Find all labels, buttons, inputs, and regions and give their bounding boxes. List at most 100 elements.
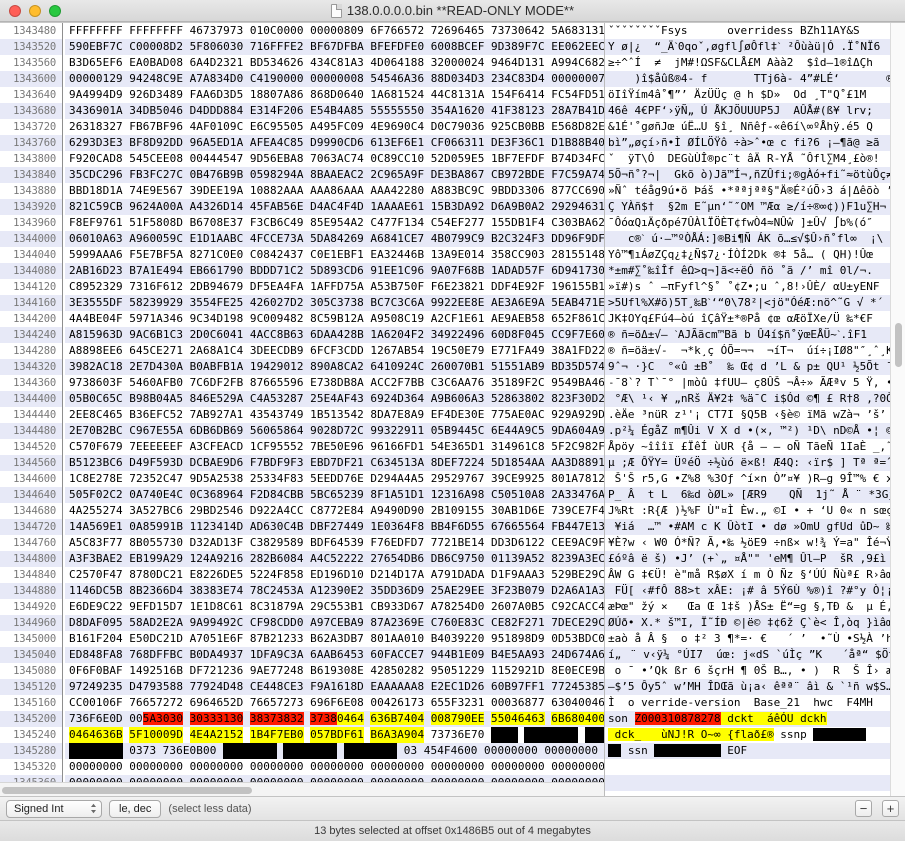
close-button[interactable] [9,4,21,17]
hex-group[interactable]: 18807A86 [250,87,304,103]
hex-group[interactable]: FB447E13 [551,519,604,535]
hex-segment-selected[interactable]: 5A3030 [142,712,184,725]
hex-group[interactable]: A791DADA [431,567,485,583]
hex-group[interactable]: 590EBF7C [69,39,123,55]
hex-group[interactable]: B0ABFB1A [190,359,244,375]
hex-group[interactable]: 00000000 [190,775,244,782]
hex-group[interactable]: 78C2453A [250,583,304,599]
hex-group[interactable]: D8DAF095 [69,615,123,631]
ascii-row[interactable]: c®ˋ ú·—™ºÒÅÁ:]®Bi¶Ñ ÁK õ…≤√$Û›ñ˚fl∞ ¡\ [605,231,905,247]
hex-group[interactable]: 7721BE14 [431,535,485,551]
hex-group[interactable]: 97249235 [69,679,123,695]
hex-group[interactable]: 545CEE08 [129,151,183,167]
hex-group[interactable]: ED196D10 [310,567,364,583]
hex-group[interactable]: BB4F6D55 [431,519,485,535]
ascii-row[interactable] [605,775,905,791]
hex-group[interactable]: B619308E [310,663,364,679]
hex-bytes[interactable]: 1C8E278E 72352C47 9D5A2538 25334F83 5EEDD76E… [65,471,604,487]
hex-group[interactable]: 3982AC18 [69,359,123,375]
hex-group[interactable]: 8C59B12A [310,311,364,327]
hex-group[interactable]: 0B476B9B [190,167,244,183]
hex-group[interactable]: 19429012 [250,359,304,375]
hex-group[interactable]: 67665564 [491,519,545,535]
hex-group[interactable]: 9C34D198 [190,311,244,327]
hex-group[interactable]: ED848FA8 [69,647,123,663]
hex-group[interactable]: 6DB6DB69 [190,423,244,439]
hex-group[interactable]: 124A9216 [190,551,244,567]
horizontal-scrollbar[interactable] [0,782,604,796]
hex-bytes[interactable]: 9A4994D9 926D3489 FAA6D3D5 18807A86 868D0640… [65,87,604,103]
hex-segment-selected[interactable]: 0464 [337,712,364,725]
hex-row[interactable]: 1345280 0373 736E0B00 03 454F4600 00000000 0… [0,743,604,759]
hex-group[interactable]: 51551AB9 [491,359,545,375]
ascii-row[interactable]: ±aò å Â § o ‡² 3 ¶*=· € ´ ’ •˜Ù •S½À ’h¢… [605,631,905,647]
hex-group[interactable]: EAAAAAA8 [370,679,424,695]
hex-group[interactable]: 00000000 [129,775,183,782]
hex-group[interactable]: 1146DC5B [69,583,123,599]
hex-group[interactable]: 94248C9E [129,71,183,87]
hex-group[interactable]: 03 [404,743,417,759]
hex-group[interactable]: 426027D2 [250,295,304,311]
hex-bytes[interactable]: C2570F47 8780DC21 E8226DE5 5224F858 ED196D10… [65,567,604,583]
hex-group[interactable] [283,743,338,759]
hex-row[interactable]: 1344440 2EE8C465 B36EFC52 7AB927A1 43543749 1… [0,407,604,423]
ascii-row[interactable]: öIîŸím4â˚¶”’ ÄzÜÜç @ h $D» Od ¸T"Q˚£1M [605,87,905,103]
ascii-rows-container[interactable]: ˇˇˇˇˇˇˇˇFsys overridess BZh11AY&S Y ø|¿ “… [605,23,905,796]
hex-row[interactable]: 1344320 3982AC18 2E7D430A B0ABFB1A 19429012 8… [0,359,604,375]
hex-group[interactable]: 6293D3E3 [69,135,123,151]
minimize-button[interactable] [29,4,41,17]
hex-group[interactable]: E738DB8A [310,375,364,391]
hex-group[interactable]: 8F1A51D1 [370,487,424,503]
hex-group[interactable]: 821C59CB [69,199,123,215]
hex-group[interactable]: 28155148 [551,247,604,263]
hex-row[interactable]: 1344920 E6DE9C22 9EFD15D7 1E1D8C61 8C31879A 2… [0,599,604,615]
hex-row[interactable]: 1343800 F920CAD8 545CEE08 00444547 9D56EBA8 7… [0,151,604,167]
hex-group[interactable]: AE9AEB58 [491,311,545,327]
hex-group[interactable]: 260070B1 [431,359,485,375]
hex-bytes[interactable]: 9738603F 5460AFB0 7C6DF2FB 87665596 E738DB8A… [65,375,604,391]
hex-group[interactable]: 25334F83 [250,471,304,487]
hex-group[interactable]: 00000809 [310,23,364,39]
ascii-row[interactable]: ® ñ=öä±√- ¬*k¸ç ÓÕ=¬¬ ¬íT¬ úí÷¡IØ8"″¸ˆ¸K [605,343,905,359]
hex-group[interactable]: 008790EE [430,711,485,727]
hex-group[interactable]: A815963D [69,327,123,343]
ascii-row[interactable]: Åpöy ~îîîï £ÏêÍ ùUR {å – – oÑ TãeÑ 1IaÈ … [605,439,905,455]
hex-segment-selected[interactable]: 3738 [310,712,338,725]
hex-group[interactable]: FFFFFFFF [69,23,123,39]
hex-bytes[interactable]: 06010A63 A960059C E1D1AABC 4FCCE73A 5DA84269… [65,231,604,247]
hex-group[interactable]: D6A9B0A2 [491,199,545,215]
hex-group[interactable]: AD630C4B [250,519,304,535]
hex-group[interactable]: E50DC21D [129,631,183,647]
hex-group[interactable]: 9624A00A [129,199,183,215]
hex-group[interactable] [524,727,579,743]
hex-group[interactable]: 74E9E567 [129,183,183,199]
hex-group[interactable]: 0A740E4C [129,487,183,503]
hex-row[interactable]: 1344840 C2570F47 8780DC21 E8226DE5 5224F858 E… [0,567,604,583]
hex-segment[interactable]: 00 [129,712,142,725]
hex-row[interactable]: 1345360000000000000000000000000000000000… [0,775,604,782]
hex-group[interactable]: 9549BA46 [551,375,604,391]
hex-group[interactable]: B6708E37 [190,215,244,231]
hex-group[interactable]: 2E7D430A [129,359,183,375]
hex-group[interactable]: 30AB1D6E [491,503,545,519]
hex-group[interactable]: 00000129 [69,71,123,87]
hex-group[interactable]: CEE9AC9F [551,535,604,551]
hex-group[interactable]: 1ADAD57F [491,263,545,279]
hex-group[interactable]: 4A255274 [69,503,123,519]
ascii-row[interactable]: ˇˇˇˇˇˇˇˇFsys overridess BZh11AY&S [605,23,905,39]
hex-group[interactable]: 3A527BC6 [129,503,183,519]
hex-bytes[interactable]: 0373 736E0B00 03 454F4600 00000000 00000000 [65,743,604,759]
hex-group[interactable]: 9464D131 [491,55,545,71]
hex-group[interactable]: 9BDD3306 [491,183,545,199]
hex-group[interactable]: 60B97FF1 [491,679,545,695]
hex-group[interactable]: 929A929D [551,407,604,423]
hex-group[interactable]: C570F679 [69,439,123,455]
hex-group[interactable]: BDF64539 [310,535,364,551]
hex-group[interactable]: 636B7404 [370,711,425,727]
hex-group[interactable]: 00000000 [69,775,123,782]
hex-group[interactable]: 73736E70 [431,727,485,743]
hex-group[interactable]: E8226DE5 [190,567,244,583]
hex-group[interactable]: 38373832 [249,711,304,727]
hex-segment-selected[interactable]: 636B7404 [370,712,425,725]
hex-group[interactable]: 8239A3EC [551,551,604,567]
